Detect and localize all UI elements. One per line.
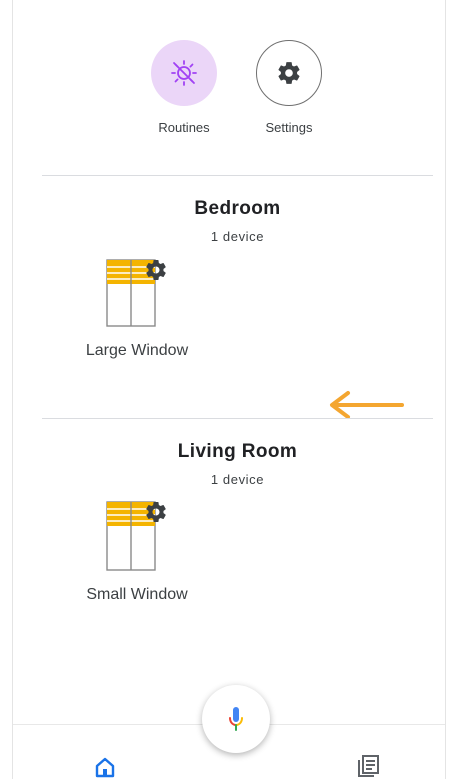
device-label: Large Window [85, 342, 189, 359]
settings-circle [256, 40, 322, 106]
device-label: Small Window [86, 586, 188, 603]
screen-edge-left [12, 0, 13, 779]
routines-circle [151, 40, 217, 106]
feed-icon [358, 755, 379, 777]
section-divider [42, 175, 433, 176]
device-small-window[interactable]: Small Window [67, 500, 207, 604]
device-large-window[interactable]: Large Window [67, 258, 207, 360]
gear-icon [278, 62, 300, 84]
screen-edge-right [445, 0, 446, 779]
routines-label: Routines [158, 120, 210, 135]
window-blind-icon [106, 501, 166, 571]
room-device-count-bedroom: 1 device [210, 229, 265, 244]
room-title-living-room: Living Room [177, 441, 298, 462]
settings-label: Settings [265, 120, 313, 135]
room-title-bedroom: Bedroom [194, 198, 281, 219]
feed-tab[interactable] [356, 754, 380, 778]
app-screen: Routines Settings Bedroom 1 device Large… [0, 0, 459, 779]
routines-icon [171, 60, 197, 86]
microphone-icon [229, 707, 243, 731]
home-tab[interactable] [93, 755, 117, 779]
routines-button[interactable]: Routines [151, 40, 217, 135]
home-icon [95, 757, 115, 778]
settings-button[interactable]: Settings [256, 40, 322, 135]
window-blind-icon [106, 259, 166, 327]
section-divider [42, 418, 433, 419]
room-device-count-living-room: 1 device [210, 472, 265, 487]
microphone-button[interactable] [202, 685, 270, 753]
